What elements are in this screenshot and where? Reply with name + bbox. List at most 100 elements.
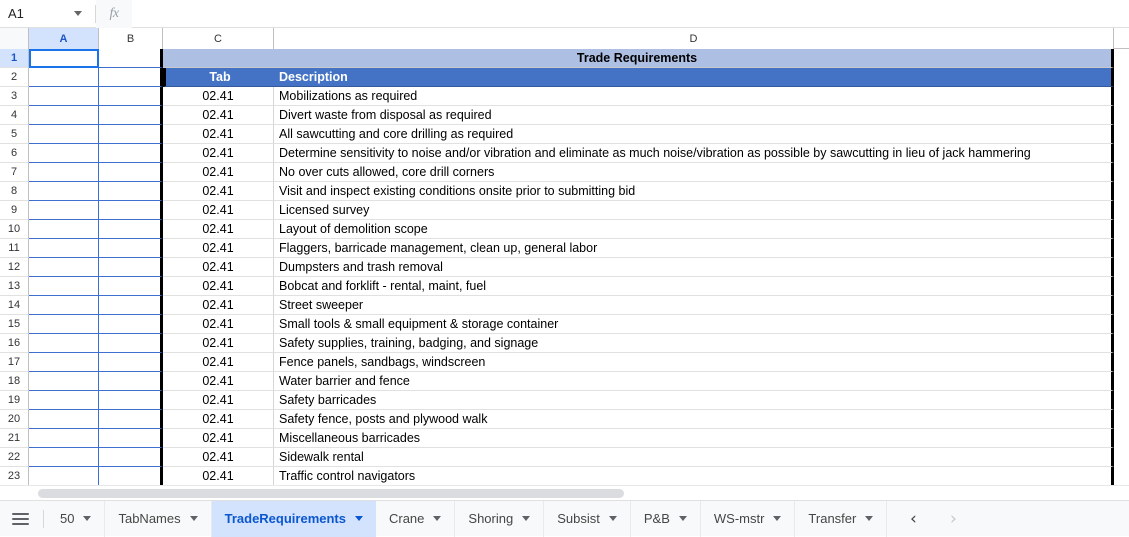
cell-description-12[interactable]: Dumpsters and trash removal <box>274 258 1114 277</box>
cell-tab-9[interactable]: 02.41 <box>163 201 274 220</box>
cell-b11[interactable] <box>99 239 163 258</box>
formula-input[interactable] <box>132 0 1129 28</box>
cell-a6[interactable] <box>29 144 99 163</box>
row-header-5[interactable]: 5 <box>0 125 29 144</box>
cell-b8[interactable] <box>99 182 163 201</box>
chevron-down-icon[interactable] <box>74 10 82 16</box>
cell-a21[interactable] <box>29 429 99 448</box>
cell-tab-5[interactable]: 02.41 <box>163 125 274 144</box>
cell-b14[interactable] <box>99 296 163 315</box>
cell-description-15[interactable]: Small tools & small equipment & storage … <box>274 315 1114 334</box>
cell-a19[interactable] <box>29 391 99 410</box>
cell-b6[interactable] <box>99 144 163 163</box>
row-header-6[interactable]: 6 <box>0 144 29 163</box>
cell-tab-17[interactable]: 02.41 <box>163 353 274 372</box>
cell-a8[interactable] <box>29 182 99 201</box>
cell-description-14[interactable]: Street sweeper <box>274 296 1114 315</box>
cell-a7[interactable] <box>29 163 99 182</box>
row-header-12[interactable]: 12 <box>0 258 29 277</box>
cell-a22[interactable] <box>29 448 99 467</box>
row-header-1[interactable]: 1 <box>0 49 29 68</box>
cell-description-20[interactable]: Safety fence, posts and plywood walk <box>274 410 1114 429</box>
cell-b2[interactable] <box>99 68 163 87</box>
cell-a4[interactable] <box>29 106 99 125</box>
cell-b17[interactable] <box>99 353 163 372</box>
cell-b16[interactable] <box>99 334 163 353</box>
column-label-tab[interactable]: Tab <box>163 68 274 87</box>
row-header-8[interactable]: 8 <box>0 182 29 201</box>
row-header-3[interactable]: 3 <box>0 87 29 106</box>
cell-tab-15[interactable]: 02.41 <box>163 315 274 334</box>
cell-tab-3[interactable]: 02.41 <box>163 87 274 106</box>
cell-tab-6[interactable]: 02.41 <box>163 144 274 163</box>
cell-b22[interactable] <box>99 448 163 467</box>
chevron-down-icon[interactable] <box>678 516 687 521</box>
cell-description-9[interactable]: Licensed survey <box>274 201 1114 220</box>
cell-tab-7[interactable]: 02.41 <box>163 163 274 182</box>
row-header-20[interactable]: 20 <box>0 410 29 429</box>
row-header-7[interactable]: 7 <box>0 163 29 182</box>
cell-b23[interactable] <box>99 467 163 486</box>
column-header-b[interactable]: B <box>99 28 163 49</box>
sheet-tab-crane[interactable]: Crane <box>376 500 456 537</box>
row-header-10[interactable]: 10 <box>0 220 29 239</box>
sheet-tab-subsist[interactable]: Subsist <box>544 500 631 537</box>
row-header-13[interactable]: 13 <box>0 277 29 296</box>
sheet-tab-50[interactable]: 50 <box>47 500 106 537</box>
cell-tab-8[interactable]: 02.41 <box>163 182 274 201</box>
select-all-corner[interactable] <box>0 28 29 49</box>
cell-tab-4[interactable]: 02.41 <box>163 106 274 125</box>
sheet-tab-p-b[interactable]: P&B <box>631 500 701 537</box>
sheet-tab-transfer[interactable]: Transfer <box>795 500 888 537</box>
row-header-21[interactable]: 21 <box>0 429 29 448</box>
cell-description-19[interactable]: Safety barricades <box>274 391 1114 410</box>
cell-tab-14[interactable]: 02.41 <box>163 296 274 315</box>
row-header-4[interactable]: 4 <box>0 106 29 125</box>
chevron-down-icon[interactable] <box>522 516 531 521</box>
chevron-down-icon[interactable] <box>189 516 198 521</box>
cell-tab-13[interactable]: 02.41 <box>163 277 274 296</box>
cell-a1[interactable] <box>29 49 99 68</box>
row-header-15[interactable]: 15 <box>0 315 29 334</box>
chevron-left-icon[interactable]: ‹ <box>893 501 933 537</box>
cell-description-3[interactable]: Mobilizations as required <box>274 87 1114 106</box>
chevron-down-icon[interactable] <box>865 516 874 521</box>
row-header-2[interactable]: 2 <box>0 68 29 87</box>
chevron-down-icon[interactable] <box>608 516 617 521</box>
cell-b20[interactable] <box>99 410 163 429</box>
column-header-c[interactable]: C <box>163 28 274 49</box>
cell-a2[interactable] <box>29 68 99 87</box>
cell-description-8[interactable]: Visit and inspect existing conditions on… <box>274 182 1114 201</box>
cell-a11[interactable] <box>29 239 99 258</box>
all-sheets-button[interactable] <box>0 501 40 537</box>
row-header-16[interactable]: 16 <box>0 334 29 353</box>
cell-a5[interactable] <box>29 125 99 144</box>
cell-b3[interactable] <box>99 87 163 106</box>
row-header-17[interactable]: 17 <box>0 353 29 372</box>
cell-b15[interactable] <box>99 315 163 334</box>
chevron-down-icon[interactable] <box>773 516 782 521</box>
cell-description-18[interactable]: Water barrier and fence <box>274 372 1114 391</box>
name-box[interactable]: A1 <box>0 0 95 28</box>
cell-description-16[interactable]: Safety supplies, training, badging, and … <box>274 334 1114 353</box>
cell-description-6[interactable]: Determine sensitivity to noise and/or vi… <box>274 144 1114 163</box>
cell-b5[interactable] <box>99 125 163 144</box>
cell-a12[interactable] <box>29 258 99 277</box>
cell-b10[interactable] <box>99 220 163 239</box>
cell-a18[interactable] <box>29 372 99 391</box>
row-header-14[interactable]: 14 <box>0 296 29 315</box>
cell-a23[interactable] <box>29 467 99 486</box>
cell-a17[interactable] <box>29 353 99 372</box>
cell-b19[interactable] <box>99 391 163 410</box>
chevron-down-icon[interactable] <box>83 516 92 521</box>
cell-b1[interactable] <box>99 49 163 68</box>
cell-tab-21[interactable]: 02.41 <box>163 429 274 448</box>
chevron-down-icon[interactable] <box>433 516 442 521</box>
cell-tab-18[interactable]: 02.41 <box>163 372 274 391</box>
row-header-18[interactable]: 18 <box>0 372 29 391</box>
chevron-down-icon[interactable] <box>354 516 363 521</box>
column-label-description[interactable]: Description <box>274 68 1114 87</box>
cell-description-11[interactable]: Flaggers, barricade management, clean up… <box>274 239 1114 258</box>
row-header-19[interactable]: 19 <box>0 391 29 410</box>
sheet-tab-tabnames[interactable]: TabNames <box>105 500 212 537</box>
